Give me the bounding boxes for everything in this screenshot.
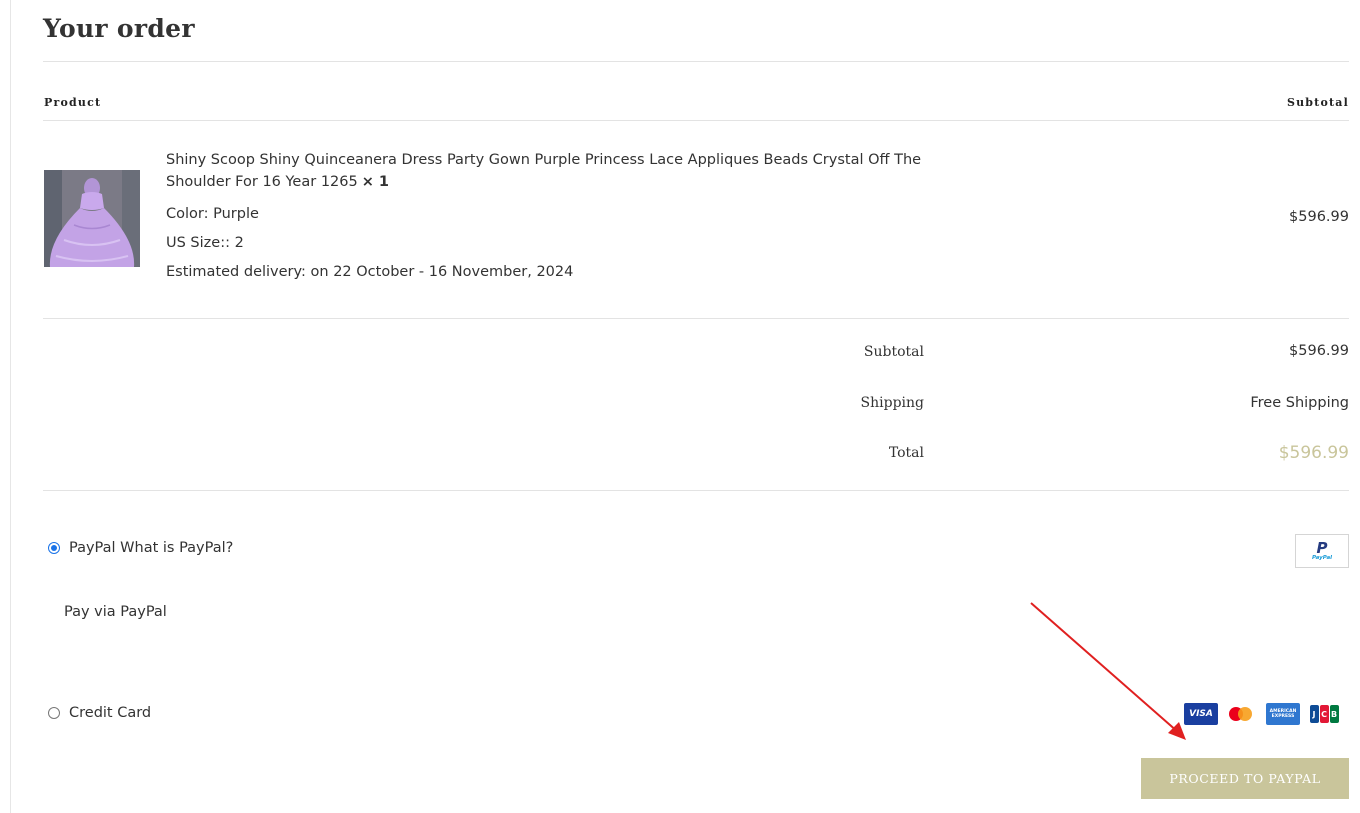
product-thumbnail-image[interactable] xyxy=(44,170,140,267)
product-quantity: × 1 xyxy=(361,174,390,190)
payment-method-credit-card[interactable]: Credit Card xyxy=(48,705,151,721)
order-title: Your order xyxy=(43,14,195,43)
divider xyxy=(43,120,1349,121)
total-label: Total xyxy=(888,445,924,461)
divider xyxy=(43,318,1349,319)
subtotal-value: $596.99 xyxy=(1289,343,1349,359)
paypal-radio[interactable] xyxy=(48,542,60,554)
left-border xyxy=(10,0,11,813)
divider xyxy=(43,490,1349,491)
paypal-badge-text: PayPal xyxy=(1311,554,1333,561)
credit-card-radio[interactable] xyxy=(48,707,60,719)
shipping-value: Free Shipping xyxy=(1250,395,1349,411)
amex-icon: AMERICAN EXPRESS xyxy=(1266,703,1300,725)
subtotal-column-header: Subtotal xyxy=(1286,96,1349,109)
jcb-icon: J C B xyxy=(1307,703,1341,725)
paypal-description: Pay via PayPal xyxy=(64,604,167,620)
product-size: US Size:: 2 xyxy=(166,235,244,251)
estimated-delivery: Estimated delivery: on 22 October - 16 N… xyxy=(166,264,574,280)
annotation-arrow-icon xyxy=(1030,602,1186,740)
product-name-text[interactable]: Shiny Scoop Shiny Quinceanera Dress Part… xyxy=(166,152,921,190)
divider xyxy=(43,61,1349,62)
card-logos: VISA AMERICAN EXPRESS J C B xyxy=(1184,703,1341,725)
product-column-header: Product xyxy=(44,96,102,109)
order-review: Your order Product Subtotal Shiny Scoop … xyxy=(43,0,1349,813)
line-item-price: $596.99 xyxy=(1289,209,1349,225)
subtotal-label: Subtotal xyxy=(863,344,924,360)
proceed-to-paypal-button[interactable]: PROCEED TO PAYPAL xyxy=(1141,758,1349,799)
shipping-label: Shipping xyxy=(860,395,924,411)
product-name[interactable]: Shiny Scoop Shiny Quinceanera Dress Part… xyxy=(166,149,966,193)
mastercard-icon xyxy=(1225,703,1259,725)
product-details: Shiny Scoop Shiny Quinceanera Dress Part… xyxy=(166,149,966,280)
credit-card-label[interactable]: Credit Card xyxy=(69,705,151,721)
payment-method-paypal[interactable]: PayPal What is PayPal? xyxy=(48,540,233,556)
product-color: Color: Purple xyxy=(166,206,259,222)
total-value: $596.99 xyxy=(1278,443,1349,463)
paypal-label[interactable]: PayPal What is PayPal? xyxy=(69,540,233,556)
paypal-logo-icon: P PayPal xyxy=(1295,534,1349,568)
